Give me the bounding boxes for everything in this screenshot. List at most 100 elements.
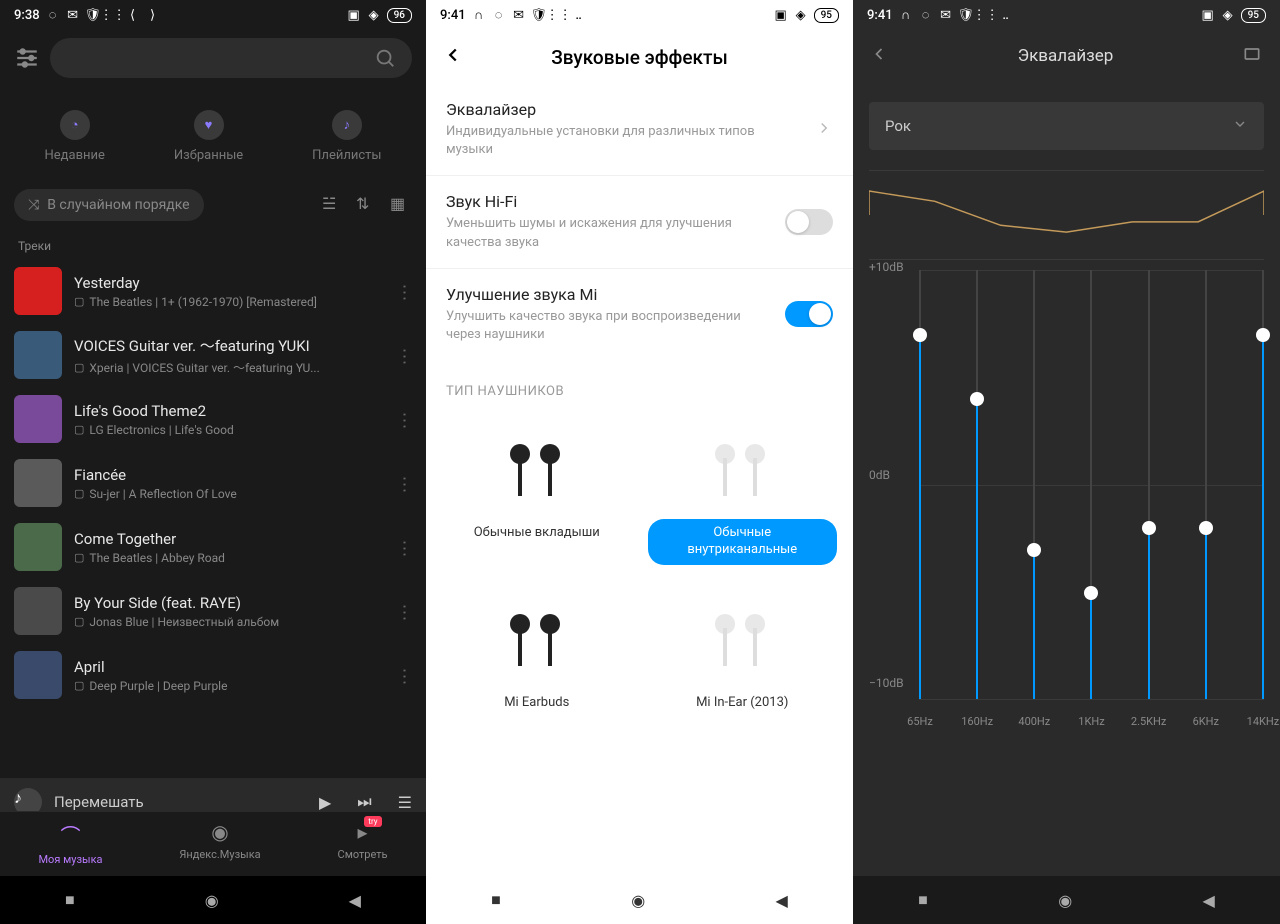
next-icon[interactable]: ⏭ xyxy=(357,792,371,812)
nav-watch[interactable]: try ▸ Смотреть xyxy=(338,820,388,866)
freq-label: 65Hz xyxy=(907,715,933,728)
nav-my-music[interactable]: ⌒ Моя музыка xyxy=(38,820,102,866)
more-icon[interactable]: ⋯ xyxy=(394,347,415,363)
play-icon[interactable]: ▶ xyxy=(319,793,331,812)
track-row[interactable]: Come Together The Beatles | Abbey Road ⋯ xyxy=(0,515,426,579)
toggle-switch[interactable] xyxy=(785,209,833,235)
track-row[interactable]: By Your Side (feat. RAYE) Jonas Blue | Н… xyxy=(0,579,426,643)
eq-band-slider[interactable]: 160Hz xyxy=(976,270,978,700)
aspect-icon[interactable] xyxy=(1242,44,1264,68)
slider-thumb[interactable] xyxy=(970,392,984,406)
track-row[interactable]: Fiancée Su-jer | A Reflection Of Love ⋯ xyxy=(0,451,426,515)
headphone-label: Обычные внутриканальные xyxy=(648,519,838,565)
track-row[interactable]: VOICES Guitar ver. ～featuring YUKI Xperi… xyxy=(0,323,426,387)
android-navbar: ■ ◉ ◀ xyxy=(0,876,426,924)
eq-band-slider[interactable]: 14KHz xyxy=(1262,270,1264,700)
track-row[interactable]: Life's Good Theme2 LG Electronics | Life… xyxy=(0,387,426,451)
album-art xyxy=(14,523,62,571)
more-icon[interactable]: ⋯ xyxy=(394,411,415,427)
disc-icon: ◉ xyxy=(211,820,228,844)
more-icon[interactable]: ⋯ xyxy=(394,475,415,491)
wifi-icon: ◈ xyxy=(367,8,381,22)
status-bar: 9:38 ◌ ✉ 🛡 ⋮⋮ ⟨ ⟩ ▣ ◈ 96 xyxy=(0,0,426,30)
headphone-option[interactable]: Mi In-Ear (2013) xyxy=(640,577,846,730)
more-icon[interactable]: ⋯ xyxy=(394,283,415,299)
search-input[interactable] xyxy=(50,38,412,78)
filter-icon[interactable] xyxy=(14,45,40,71)
status-bar: 9:41 ∩ ◌ ✉ 🛡 ⋮⋮ ‥ ▣ ◈ 95 xyxy=(853,0,1280,30)
track-title: Fiancée xyxy=(74,466,384,484)
back-button[interactable] xyxy=(869,44,889,68)
page-title: Эквалайзер xyxy=(889,46,1242,66)
back-button[interactable] xyxy=(442,44,468,70)
nav-recents-icon[interactable]: ■ xyxy=(491,890,501,910)
slider-thumb[interactable] xyxy=(1199,521,1213,535)
chevron-down-icon xyxy=(1232,116,1248,136)
vibrate-icon: ▣ xyxy=(1201,8,1215,22)
nav-back-icon[interactable]: ◀ xyxy=(1203,891,1215,910)
headphone-option[interactable]: Обычные вкладыши xyxy=(434,407,640,577)
setting-row[interactable]: Улучшение звука MiУлучшить качество звук… xyxy=(426,269,853,360)
track-title: Yesterday xyxy=(74,274,384,292)
more-icon[interactable]: ⋯ xyxy=(394,667,415,683)
clock: 9:38 xyxy=(14,8,40,23)
album-art xyxy=(14,459,62,507)
headphone-image xyxy=(487,419,587,519)
nav-back-icon[interactable]: ◀ xyxy=(776,891,788,910)
nav-back-icon[interactable]: ◀ xyxy=(349,891,361,910)
track-row[interactable]: April Deep Purple | Deep Purple ⋯ xyxy=(0,643,426,707)
headphone-grid: Обычные вкладыши Обычные внутриканальные… xyxy=(426,407,853,730)
headphone-section-header: ТИП НАУШНИКОВ xyxy=(426,360,853,407)
vk-icon: ⟨ xyxy=(126,8,140,22)
slider-thumb[interactable] xyxy=(1084,586,1098,600)
nav-home-icon[interactable]: ◉ xyxy=(1058,891,1072,910)
headphones-icon: ∩ xyxy=(472,8,486,22)
battery-indicator: 96 xyxy=(387,8,412,23)
nav-recents-icon[interactable]: ■ xyxy=(65,890,75,910)
grid-icon[interactable]: ▦ xyxy=(390,194,412,216)
slider-thumb[interactable] xyxy=(1142,521,1156,535)
slider-thumb[interactable] xyxy=(1027,543,1041,557)
track-title: Life's Good Theme2 xyxy=(74,402,384,420)
album-art xyxy=(14,651,62,699)
headphone-image xyxy=(487,589,587,689)
sort-icon[interactable]: ⇅ xyxy=(356,194,378,216)
toggle-switch[interactable] xyxy=(785,301,833,327)
setting-row[interactable]: ЭквалайзерИндивидуальные установки для р… xyxy=(426,84,853,176)
eq-band-slider[interactable]: 6KHz xyxy=(1205,270,1207,700)
clock-icon: ◔ xyxy=(60,110,90,140)
tab-favorites[interactable]: ♥ Избранные xyxy=(174,110,243,163)
freq-label: 2.5KHz xyxy=(1131,715,1166,728)
track-row[interactable]: Yesterday The Beatles | 1+ (1962-1970) [… xyxy=(0,259,426,323)
section-tracks: Треки xyxy=(0,229,426,259)
nav-yandex[interactable]: ◉ Яндекс.Музыка xyxy=(179,820,260,866)
key-icon: 🛡 xyxy=(532,8,546,22)
nav-home-icon[interactable]: ◉ xyxy=(205,891,219,910)
slider-thumb[interactable] xyxy=(913,328,927,342)
preset-dropdown[interactable]: Рок xyxy=(869,102,1264,150)
tab-playlists[interactable]: ♪ Плейлисты xyxy=(312,110,381,163)
headphone-image xyxy=(692,419,792,519)
nav-home-icon[interactable]: ◉ xyxy=(631,891,645,910)
eq-band-slider[interactable]: 1KHz xyxy=(1090,270,1092,700)
queue-icon[interactable]: ☰ xyxy=(398,793,412,812)
tab-recent[interactable]: ◔ Недавние xyxy=(44,110,104,163)
album-art xyxy=(14,331,62,379)
eq-band-slider[interactable]: 2.5KHz xyxy=(1148,270,1150,700)
heart-icon: ♥ xyxy=(194,110,224,140)
eq-band-slider[interactable]: 400Hz xyxy=(1033,270,1035,700)
headphone-option[interactable]: Mi Earbuds xyxy=(434,577,640,730)
eq-band-slider[interactable]: 65Hz xyxy=(919,270,921,700)
slider-thumb[interactable] xyxy=(1256,328,1270,342)
more-icon[interactable]: ⋯ xyxy=(394,539,415,555)
album-art xyxy=(14,267,62,315)
freq-label: 1KHz xyxy=(1078,715,1104,728)
mail-icon: ✉ xyxy=(939,8,953,22)
queue-icon[interactable]: ☱ xyxy=(322,194,344,216)
track-subtitle: The Beatles | 1+ (1962-1970) [Remastered… xyxy=(74,295,384,309)
setting-row[interactable]: Звук Hi-FiУменьшить шумы и искажения для… xyxy=(426,176,853,268)
headphone-option[interactable]: Обычные внутриканальные xyxy=(640,407,846,577)
nav-recents-icon[interactable]: ■ xyxy=(918,890,928,910)
shuffle-button[interactable]: ⤨ В случайном порядке xyxy=(14,189,204,221)
more-icon[interactable]: ⋯ xyxy=(394,603,415,619)
